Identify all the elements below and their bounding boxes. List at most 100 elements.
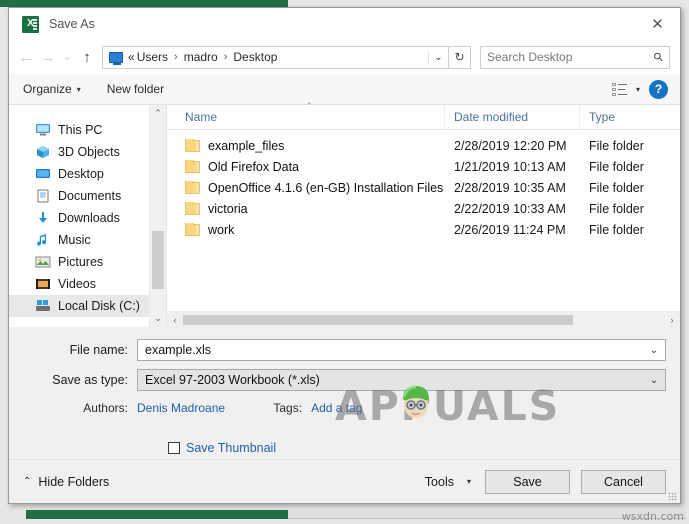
back-icon[interactable]: ← — [15, 44, 37, 70]
drive-icon — [36, 300, 50, 311]
chevron-up-icon: ⌃ — [23, 476, 32, 487]
desktop-icon — [36, 169, 50, 178]
this-pc-icon — [36, 124, 50, 136]
search-placeholder: Search Desktop — [487, 50, 573, 64]
music-icon — [37, 234, 47, 246]
hide-folders-label: Hide Folders — [38, 474, 110, 489]
sidebar-item-label: 3D Objects — [58, 145, 120, 159]
file-name-cell: victoria — [167, 201, 445, 216]
save-thumbnail-checkbox[interactable] — [168, 442, 180, 454]
pictures-icon — [35, 256, 51, 268]
authors-value[interactable]: Denis Madroane — [137, 401, 225, 415]
authors-label: Authors: — [83, 401, 128, 415]
organize-button[interactable]: Organize ▾ — [23, 82, 81, 96]
breadcrumb-item-desktop[interactable]: Desktop — [233, 50, 277, 64]
hscrollbar-track[interactable] — [183, 314, 664, 326]
recent-locations-icon[interactable]: ⌄ — [59, 44, 76, 70]
sidebar-item-music[interactable]: Music — [9, 229, 149, 251]
column-header-date-modified[interactable]: Date modified — [445, 105, 580, 129]
file-name: work — [208, 222, 235, 237]
file-list-pane: ⌃ Name Date modified Type example_files … — [166, 101, 680, 327]
sidebar-item-label: Pictures — [58, 255, 104, 269]
dialog-titlebar: X Save As ✕ — [9, 8, 680, 40]
up-icon[interactable]: ↑ — [76, 44, 98, 70]
sidebar-item-videos[interactable]: Videos — [9, 273, 149, 295]
filename-label: File name: — [69, 343, 128, 357]
column-header-type[interactable]: Type — [580, 105, 680, 129]
table-row[interactable]: work 2/26/2019 11:24 PM File folder — [167, 219, 680, 240]
3d-objects-icon — [37, 146, 49, 158]
breadcrumb-item-users[interactable]: Users — [137, 50, 168, 64]
file-name-cell: Old Firefox Data — [167, 159, 445, 174]
sort-ascending-icon: ⌃ — [305, 101, 314, 111]
breadcrumb: « Users › madro › Desktop — [128, 50, 428, 64]
site-watermark: wsxdn.com — [621, 510, 684, 523]
dialog-body: This PC 3D Objects Desktop Documents Dow… — [9, 101, 680, 327]
chevron-down-icon[interactable]: ⌄ — [643, 375, 665, 386]
address-input[interactable]: « Users › madro › Desktop ⌄ — [102, 45, 449, 69]
file-name-cell: OpenOffice 4.1.6 (en-GB) Installation Fi… — [167, 180, 445, 195]
chevron-down-icon[interactable]: ⌄ — [643, 345, 665, 356]
close-icon[interactable]: ✕ — [635, 8, 680, 39]
save-button[interactable]: Save — [485, 469, 570, 494]
file-date: 2/28/2019 12:20 PM — [454, 138, 567, 153]
column-header-name[interactable]: ⌃ Name — [167, 101, 445, 129]
tools-button[interactable]: Tools ▾ — [425, 475, 471, 489]
resize-grip[interactable] — [668, 492, 677, 501]
sidebar-item-3d-objects[interactable]: 3D Objects — [9, 141, 149, 163]
new-folder-button[interactable]: New folder — [107, 82, 164, 96]
cancel-button[interactable]: Cancel — [581, 469, 666, 494]
save-thumbnail-row[interactable]: Save Thumbnail — [9, 437, 680, 459]
file-type: File folder — [589, 222, 644, 237]
hide-folders-button[interactable]: ⌃ Hide Folders — [23, 475, 109, 489]
file-date: 2/28/2019 10:35 AM — [454, 180, 566, 195]
sidebar-item-label: Videos — [58, 277, 96, 291]
refresh-icon[interactable]: ↻ — [449, 45, 471, 69]
scroll-right-icon[interactable]: › — [664, 315, 680, 325]
metadata-row: Authors: Denis Madroane Tags: Add a tag — [9, 398, 680, 418]
view-chevron-down-icon[interactable]: ▾ — [636, 85, 640, 94]
scrollbar-track[interactable] — [150, 122, 166, 310]
sidebar-item-pictures[interactable]: Pictures — [9, 251, 149, 273]
command-toolbar: Organize ▾ New folder ▾ ? — [9, 74, 680, 105]
column-label: Type — [589, 110, 616, 124]
forward-icon[interactable]: → — [37, 44, 59, 70]
sidebar-item-label: This PC — [58, 123, 103, 137]
add-a-tag-link[interactable]: Add a tag — [311, 401, 362, 415]
table-row[interactable]: example_files 2/28/2019 12:20 PM File fo… — [167, 135, 680, 156]
file-name: Old Firefox Data — [208, 159, 300, 174]
toolbar-right-group: ▾ ? — [611, 79, 680, 99]
sidebar-item-local-disk-c[interactable]: Local Disk (C:) — [9, 295, 149, 317]
view-layout-icon[interactable] — [611, 82, 627, 96]
sidebar-item-label: Desktop — [58, 167, 104, 181]
scroll-up-icon[interactable]: ⌃ — [150, 105, 166, 122]
file-type: File folder — [589, 138, 644, 153]
excel-window-bottom-edge — [26, 510, 686, 519]
sidebar-item-this-pc[interactable]: This PC — [9, 119, 149, 141]
address-dropdown-icon[interactable]: ⌄ — [428, 51, 448, 63]
file-list-horizontal-scrollbar[interactable]: ‹ › — [167, 311, 680, 327]
filetype-select[interactable]: Excel 97-2003 Workbook (*.xls) ⌄ — [137, 369, 666, 391]
save-as-dialog: X Save As ✕ ← → ⌄ ↑ « Users › madro › De… — [8, 7, 681, 504]
scrollbar-thumb[interactable] — [152, 231, 164, 290]
sidebar-item-desktop[interactable]: Desktop — [9, 163, 149, 185]
scroll-left-icon[interactable]: ‹ — [167, 315, 183, 325]
filename-input[interactable]: example.xls ⌄ — [137, 339, 666, 361]
sidebar-item-documents[interactable]: Documents — [9, 185, 149, 207]
file-type: File folder — [589, 159, 644, 174]
footer-actions: Tools ▾ Save Cancel — [425, 469, 666, 494]
table-row[interactable]: Old Firefox Data 1/21/2019 10:13 AM File… — [167, 156, 680, 177]
filename-value: example.xls — [145, 343, 211, 357]
table-row[interactable]: victoria 2/22/2019 10:33 AM File folder — [167, 198, 680, 219]
navigation-scrollbar[interactable]: ⌃ ⌄ — [149, 105, 166, 327]
breadcrumb-item-madro[interactable]: madro — [184, 50, 218, 64]
hscrollbar-thumb[interactable] — [183, 314, 573, 325]
scroll-down-icon[interactable]: ⌄ — [150, 310, 166, 327]
address-bar: ← → ⌄ ↑ « Users › madro › Desktop ⌄ ↻ Se… — [9, 40, 680, 74]
sidebar-item-label: Downloads — [58, 211, 120, 225]
help-icon[interactable]: ? — [649, 79, 668, 99]
videos-icon — [36, 279, 50, 289]
table-row[interactable]: OpenOffice 4.1.6 (en-GB) Installation Fi… — [167, 177, 680, 198]
search-input[interactable]: Search Desktop ⚲ — [480, 45, 670, 69]
sidebar-item-downloads[interactable]: Downloads — [9, 207, 149, 229]
